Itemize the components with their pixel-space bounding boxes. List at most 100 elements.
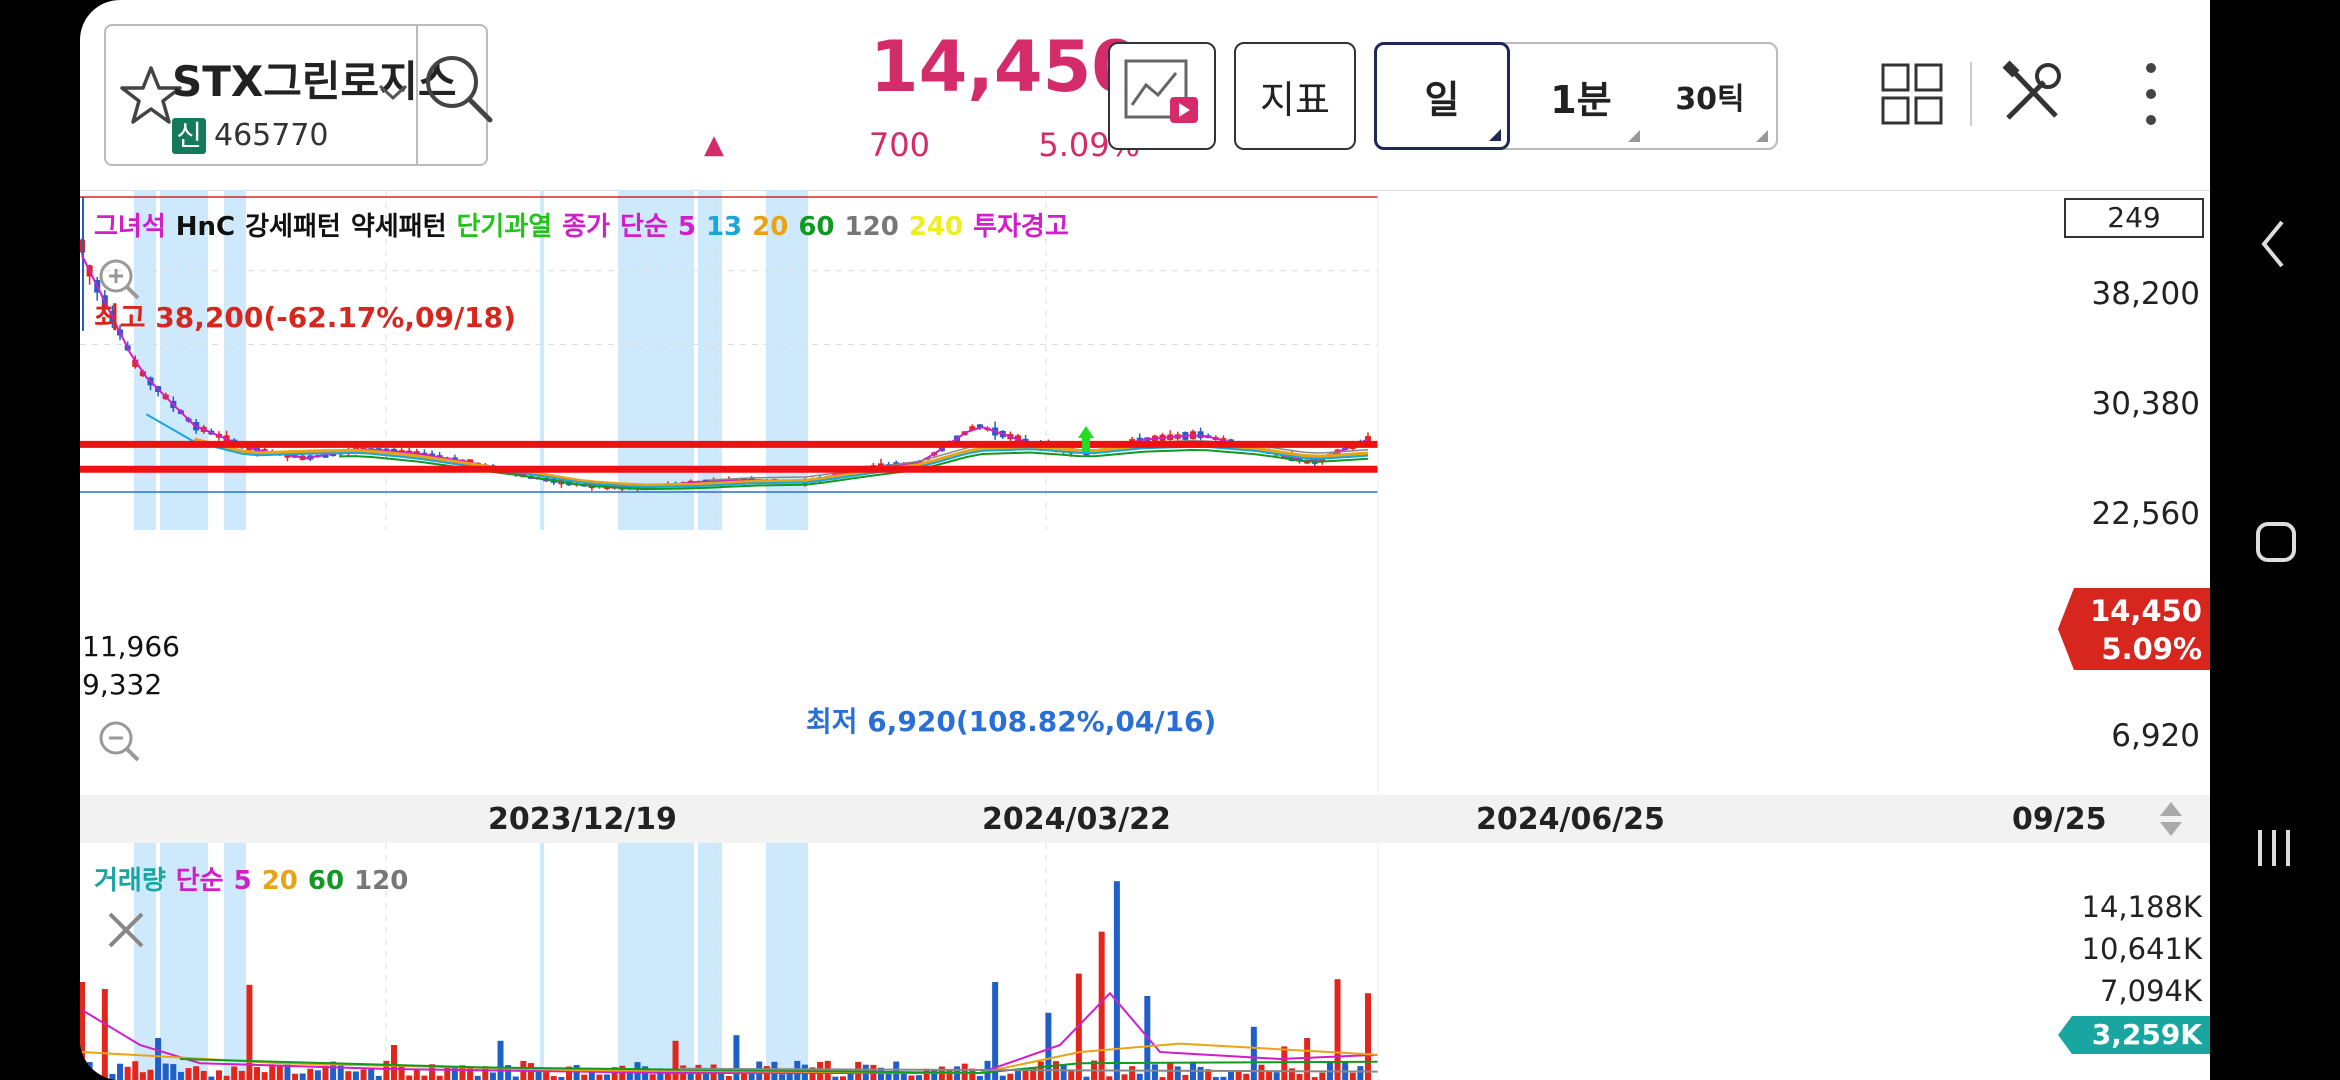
volume-bar xyxy=(117,1063,124,1080)
volume-bar xyxy=(436,1075,443,1080)
volume-bar xyxy=(299,1073,306,1080)
current-price-tag-value: 14,450 xyxy=(2090,594,2202,628)
back-icon[interactable] xyxy=(2254,216,2294,272)
volume-bar xyxy=(185,1068,192,1080)
x-tick: 2024/06/25 xyxy=(1476,802,1665,837)
volume-bar xyxy=(489,1072,496,1080)
current-price-tag: 14,450 5.09% xyxy=(2058,588,2210,670)
volume-bar xyxy=(231,1066,238,1080)
volume-bar xyxy=(269,1064,276,1080)
volume-bar xyxy=(1228,1071,1235,1080)
stock-code: 465770 xyxy=(214,118,329,153)
kebab-icon[interactable] xyxy=(2136,60,2166,130)
volume-bar xyxy=(1288,1068,1295,1080)
volume-bar xyxy=(512,1076,519,1080)
volume-bar xyxy=(999,1075,1006,1080)
warning-band xyxy=(540,843,544,1080)
period-tick-label: 30틱 xyxy=(1675,82,1745,117)
legend-item[interactable]: 240 xyxy=(909,212,963,242)
volume-bar xyxy=(474,1075,481,1080)
dropdown-corner-icon xyxy=(1756,130,1768,142)
chart-video-button[interactable] xyxy=(1108,42,1216,150)
indicator-button[interactable]: 지표 xyxy=(1234,42,1356,150)
volume-bar xyxy=(200,1070,207,1080)
volume-bar xyxy=(1068,1070,1075,1080)
legend-item[interactable]: 60 xyxy=(798,212,834,242)
buy-signal-arrow xyxy=(1078,426,1094,452)
legend-item[interactable]: 단순 xyxy=(176,866,224,896)
home-icon[interactable] xyxy=(2254,520,2298,564)
low-price-label: 최저 6,920(108.82%,04/16) xyxy=(806,705,1217,738)
legend-item[interactable]: 5 xyxy=(234,866,252,896)
volume-bar xyxy=(398,1065,405,1080)
legend-item[interactable]: 투자경고 xyxy=(973,212,1069,242)
system-nav-bar xyxy=(2210,0,2340,1080)
volume-bar xyxy=(177,1071,184,1080)
x-tick: 09/25 xyxy=(2012,802,2107,837)
volume-bar xyxy=(1121,1074,1128,1080)
legend-item[interactable]: HnC xyxy=(176,212,235,242)
search-icon[interactable] xyxy=(420,50,510,140)
volume-current-value: 3,259K xyxy=(2091,1018,2202,1051)
legend-item[interactable]: 단기과열 xyxy=(457,212,553,242)
volume-bar xyxy=(497,1040,504,1080)
volume-bar xyxy=(779,1074,786,1080)
volume-bar xyxy=(406,1075,413,1080)
volume-bar xyxy=(101,989,108,1080)
high-price-label: 최고 38,200(-62.17%,09/18) xyxy=(94,301,516,334)
volume-bar xyxy=(193,1066,200,1080)
recents-icon[interactable] xyxy=(2252,826,2296,870)
legend-item[interactable]: 13 xyxy=(706,212,742,242)
legend-item[interactable]: 60 xyxy=(308,866,344,896)
y-tick: 30,380 xyxy=(2091,386,2200,422)
legend-item[interactable]: 20 xyxy=(262,866,298,896)
legend-item[interactable]: 거래량 xyxy=(94,866,166,896)
volume-bar xyxy=(992,982,999,1080)
volume-bar xyxy=(1106,1076,1113,1080)
volume-bar xyxy=(413,1069,420,1080)
divider xyxy=(1970,62,1972,126)
close-icon[interactable] xyxy=(104,908,148,952)
volume-bar xyxy=(847,1073,854,1080)
volume-bar xyxy=(1083,1076,1090,1080)
volume-bar xyxy=(588,1072,595,1080)
legend-item[interactable]: 그녀석 xyxy=(94,212,166,242)
zoom-out-icon[interactable] xyxy=(94,716,144,766)
chevron-down-icon[interactable] xyxy=(376,80,410,104)
volume-current-tag: 3,259K xyxy=(2058,1016,2210,1054)
volume-bar xyxy=(839,1076,846,1080)
volume-bar xyxy=(1151,1064,1158,1080)
legend-item[interactable]: 약세패턴 xyxy=(351,212,447,242)
support-line-1-label: 11,966 xyxy=(82,630,180,663)
panel-resize-handle[interactable] xyxy=(2156,798,2186,840)
period-day-tab[interactable]: 일 xyxy=(1374,42,1510,150)
new-listing-badge: 신 xyxy=(172,118,206,154)
legend-item[interactable]: 120 xyxy=(354,866,408,896)
legend-item[interactable]: 20 xyxy=(752,212,788,242)
tools-icon[interactable] xyxy=(1998,60,2066,128)
volume-bar xyxy=(352,1071,359,1080)
warning-band xyxy=(766,843,808,1080)
period-tick-tab[interactable]: 30틱 xyxy=(1646,44,1774,148)
volume-bar xyxy=(1060,1064,1067,1080)
legend-item[interactable]: 단순 xyxy=(620,212,668,242)
volume-bar xyxy=(215,1070,222,1080)
period-minute-label: 1분 xyxy=(1550,77,1612,122)
volume-bar xyxy=(94,1075,101,1080)
legend-item[interactable]: 종가 xyxy=(562,212,610,242)
volume-bar xyxy=(132,1061,139,1080)
volume-y-tick: 14,188K xyxy=(2081,890,2203,924)
volume-bar xyxy=(109,1073,116,1080)
legend-item[interactable]: 5 xyxy=(678,212,696,242)
legend-item[interactable]: 강세패턴 xyxy=(245,212,341,242)
candle-body xyxy=(1197,431,1204,439)
period-minute-tab[interactable]: 1분 xyxy=(1516,44,1646,148)
period-day-label: 일 xyxy=(1424,77,1460,122)
volume-bar xyxy=(908,1075,915,1080)
volume-bar xyxy=(1273,1072,1280,1080)
grid-icon[interactable] xyxy=(1880,62,1944,126)
warning-band xyxy=(698,843,722,1080)
volume-bar xyxy=(390,1045,397,1080)
legend-item[interactable]: 120 xyxy=(845,212,899,242)
volume-bar xyxy=(672,1040,679,1080)
